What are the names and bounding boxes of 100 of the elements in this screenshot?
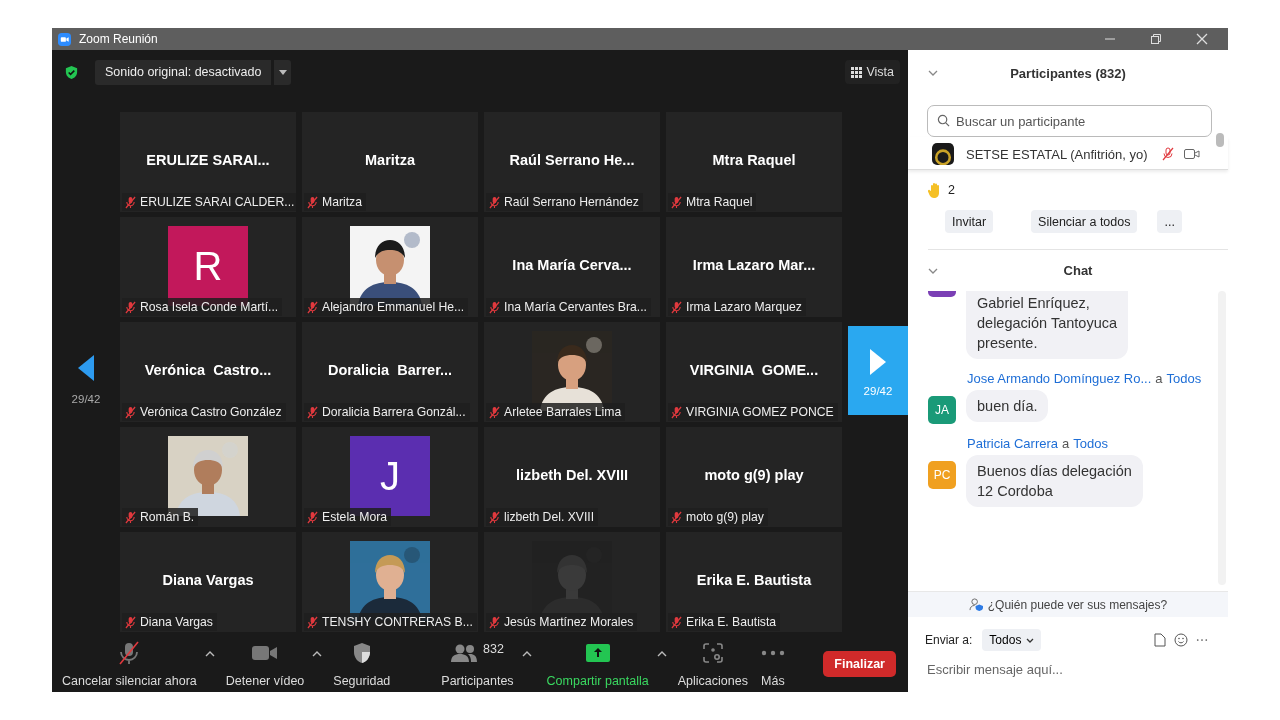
video-tile[interactable]: lizbeth Del. XVIII lizbeth Del. XVIII	[484, 427, 660, 527]
video-tile[interactable]: Arletee Barrales Lima	[484, 322, 660, 422]
caret-icon[interactable]	[204, 650, 215, 657]
participant-label: lizbeth Del. XVIII	[504, 510, 595, 524]
recipient-prefix: a	[1155, 371, 1163, 386]
participant-name: lizbeth Del. XVIII	[516, 467, 628, 483]
video-tile[interactable]: Román B.	[120, 427, 296, 527]
dropdown-button[interactable]	[273, 59, 292, 85]
participant-label: Raúl Serrano Hernández	[504, 195, 639, 209]
more-icon	[760, 649, 785, 656]
people-icon	[451, 643, 478, 662]
message-bubble: buen día.	[966, 390, 1049, 422]
more-button[interactable]: Más	[758, 637, 787, 690]
end-meeting-button[interactable]: Finalizar	[823, 650, 896, 677]
recipient-name[interactable]: Todos	[1166, 371, 1202, 386]
participant-label: Erika E. Bautista	[686, 615, 777, 629]
close-icon[interactable]	[1196, 33, 1208, 45]
restore-icon[interactable]	[1150, 33, 1162, 45]
avatar: PC	[928, 461, 956, 489]
participant-label: Irma Lazaro Marquez	[686, 300, 802, 314]
share-button[interactable]: Compartir pantalla	[544, 637, 651, 690]
participant-label: VIRGINIA GOMEZ PONCE	[686, 405, 834, 419]
video-tile[interactable]: Irma Lazaro Mar... Irma Lazaro Marquez	[666, 217, 842, 317]
security-button[interactable]: Seguridad	[331, 637, 393, 690]
muted-mic-icon	[118, 640, 141, 665]
video-tile[interactable]: TENSHY CONTRERAS B...	[302, 532, 478, 632]
apps-icon	[702, 642, 723, 663]
participant-name: Diana Vargas	[162, 572, 254, 588]
participant-name: Erika E. Bautista	[696, 572, 812, 588]
next-arrow-icon	[870, 348, 886, 375]
participant-label: Maritza	[322, 195, 362, 209]
video-tile[interactable]: Verónica Castro... Verónica Castro González	[120, 322, 296, 422]
recipient-dropdown[interactable]: Todos	[982, 629, 1042, 651]
previous-page-icon[interactable]	[78, 355, 94, 381]
participant-label: Román B.	[140, 510, 195, 524]
participant-name: moto g(9) play	[704, 467, 804, 483]
video-tile[interactable]: Erika E. Bautista Erika E. Bautista	[666, 532, 842, 632]
file-icon[interactable]	[1154, 633, 1166, 647]
panel-button[interactable]: ...	[1157, 210, 1182, 233]
video-tile[interactable]: Jesús Martínez Morales	[484, 532, 660, 632]
shield-icon	[351, 641, 372, 664]
video-tile[interactable]: ERULIZE SARAI... ERULIZE SARAI CALDER...	[120, 112, 296, 212]
participant-label: moto g(9) play	[686, 510, 764, 524]
sender-name[interactable]: Jose Armando Domínguez Ro...	[967, 371, 1152, 386]
page-indicator: 29/42	[71, 393, 101, 405]
video-tile[interactable]: Maritza Maritza	[302, 112, 478, 212]
apps-button[interactable]: Aplicaciones	[675, 637, 750, 690]
recipient-prefix: a	[1062, 436, 1070, 451]
participants-button[interactable]: 832 Participantes	[439, 637, 516, 690]
participant-row[interactable]: SETSE ESTATAL (Anfitrión, yo)	[908, 137, 1228, 170]
recipient-name[interactable]: Todos	[1073, 436, 1108, 451]
participant-name: Doralicia Barrer...	[327, 362, 453, 378]
grid-icon	[851, 66, 863, 78]
app-icon	[58, 32, 71, 46]
more-icon[interactable]	[1196, 638, 1208, 642]
video-tile[interactable]: Doralicia Barrer... Doralicia Barrera Gonzál...	[302, 322, 478, 422]
camera-icon[interactable]	[1184, 148, 1200, 160]
video-tile[interactable]: moto g(9) play moto g(9) play	[666, 427, 842, 527]
caret-icon[interactable]	[521, 650, 532, 657]
search-field[interactable]: Buscar un participante	[927, 105, 1212, 137]
participant-name: Ina María Cerva...	[512, 257, 632, 273]
participant-name: Irma Lazaro Mar...	[692, 257, 816, 273]
camera-icon	[252, 643, 279, 662]
panel-button[interactable]: Invitar	[945, 210, 994, 233]
window-title: Zoom Reunión	[79, 32, 158, 46]
video-button[interactable]: Detener vídeo	[223, 637, 307, 690]
sender-name[interactable]: Patricia Carrera	[967, 436, 1059, 451]
caret-icon[interactable]	[656, 650, 667, 657]
muted-mic-icon[interactable]	[1162, 147, 1174, 161]
shield-check-icon[interactable]	[64, 64, 79, 80]
collapse-icon[interactable]	[928, 267, 938, 274]
share-screen-icon	[585, 643, 610, 662]
participant-name: Raúl Serrano He...	[509, 152, 635, 168]
video-tile[interactable]: Ina María Cerva... Ina María Cervantes Bra...	[484, 217, 660, 317]
visibility-text[interactable]: ¿Quién puede ver sus mensajes?	[987, 597, 1168, 612]
message-bubble: Gabriel Enríquez, delegación Tantoyuca presente.	[966, 291, 1128, 359]
participant-name: VIRGINIA GOME...	[689, 362, 819, 378]
avatar: JA	[928, 396, 956, 424]
participant-label: Verónica Castro González	[140, 405, 282, 419]
video-tile[interactable]: Diana Vargas Diana Vargas	[120, 532, 296, 632]
video-tile[interactable]: Alejandro Emmanuel He...	[302, 217, 478, 317]
view-button[interactable]: Vista	[845, 60, 900, 84]
participant-label: Arletee Barrales Lima	[504, 405, 622, 419]
collapse-icon[interactable]	[928, 70, 938, 76]
participant-name: ERULIZE SARAI...	[146, 152, 270, 168]
user-shield-icon	[968, 598, 984, 611]
raised-hand-icon	[928, 182, 942, 198]
video-tile[interactable]: Raúl Serrano He... Raúl Serrano Hernández	[484, 112, 660, 212]
participant-name: Verónica Castro...	[144, 362, 272, 378]
video-tile[interactable]: Mtra Raquel Mtra Raquel	[666, 112, 842, 212]
emoji-icon[interactable]	[1174, 633, 1188, 647]
caret-icon[interactable]	[312, 650, 323, 657]
participant-label: Doralicia Barrera Gonzál...	[322, 405, 466, 419]
video-tile[interactable]: VIRGINIA GOME... VIRGINIA GOMEZ PONCE	[666, 322, 842, 422]
chevron-icon	[1026, 637, 1035, 643]
panel-button[interactable]: Silenciar a todos	[1031, 210, 1138, 233]
scrollbar[interactable]	[1216, 133, 1224, 147]
sound-dropdown[interactable]: Sonido original: desactivado	[95, 59, 272, 85]
participant-name: Maritza	[365, 152, 415, 168]
audio-button[interactable]: Cancelar silenciar ahora	[60, 637, 199, 690]
